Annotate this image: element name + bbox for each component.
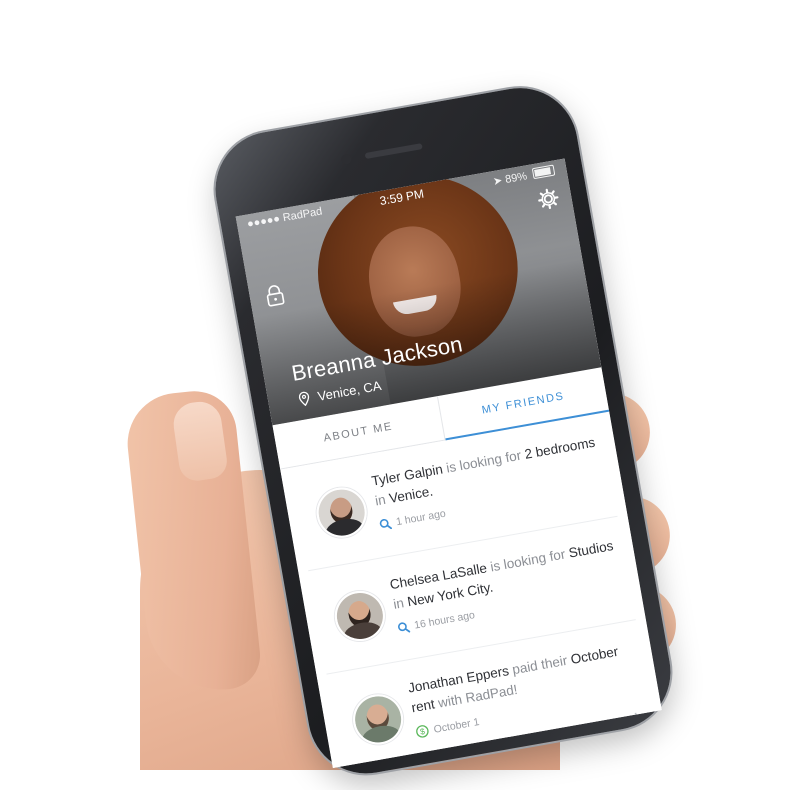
timestamp: 16 hours ago bbox=[413, 609, 475, 631]
feed-place: Venice. bbox=[388, 484, 434, 506]
feed-verb: is looking for bbox=[485, 546, 570, 575]
location-pin-icon bbox=[297, 390, 311, 407]
avatar[interactable] bbox=[331, 587, 389, 645]
battery-percent: 89% bbox=[504, 170, 528, 186]
avatar[interactable] bbox=[349, 690, 407, 748]
timestamp: 1 hour ago bbox=[395, 508, 447, 529]
front-camera bbox=[341, 154, 353, 166]
lock-icon[interactable] bbox=[264, 283, 286, 308]
search-icon bbox=[397, 621, 411, 635]
friends-feed: Tyler Galpin is looking for 2 bedrooms i… bbox=[280, 412, 662, 768]
feed-object: 2 bedrooms bbox=[523, 435, 596, 462]
battery-icon bbox=[532, 165, 556, 180]
feed-meta: $ October 1 bbox=[415, 715, 480, 739]
location-arrow-icon: ➤ bbox=[492, 175, 503, 188]
search-icon bbox=[378, 517, 392, 531]
avatar[interactable] bbox=[313, 484, 371, 542]
feed-verb: paid their bbox=[507, 652, 572, 678]
gear-icon[interactable] bbox=[536, 186, 561, 211]
svg-text:$: $ bbox=[419, 726, 426, 737]
feed-meta: 1 hour ago bbox=[378, 508, 446, 531]
dollar-icon: $ bbox=[415, 724, 430, 739]
plus-icon[interactable]: + bbox=[628, 705, 645, 733]
feed-verb: is looking for bbox=[441, 447, 526, 476]
app-screen: ●●●●● RadPad 3:59 PM ➤ 89% bbox=[236, 158, 662, 767]
phone: ●●●●● RadPad 3:59 PM ➤ 89% bbox=[160, 27, 744, 741]
timestamp: October 1 bbox=[433, 716, 480, 736]
earpiece-speaker bbox=[365, 143, 423, 159]
phone-body: ●●●●● RadPad 3:59 PM ➤ 89% bbox=[206, 79, 679, 783]
feed-object: Studios bbox=[568, 538, 615, 561]
feed-meta: 16 hours ago bbox=[397, 609, 476, 634]
friend-name[interactable]: Tyler Galpin bbox=[370, 461, 444, 488]
